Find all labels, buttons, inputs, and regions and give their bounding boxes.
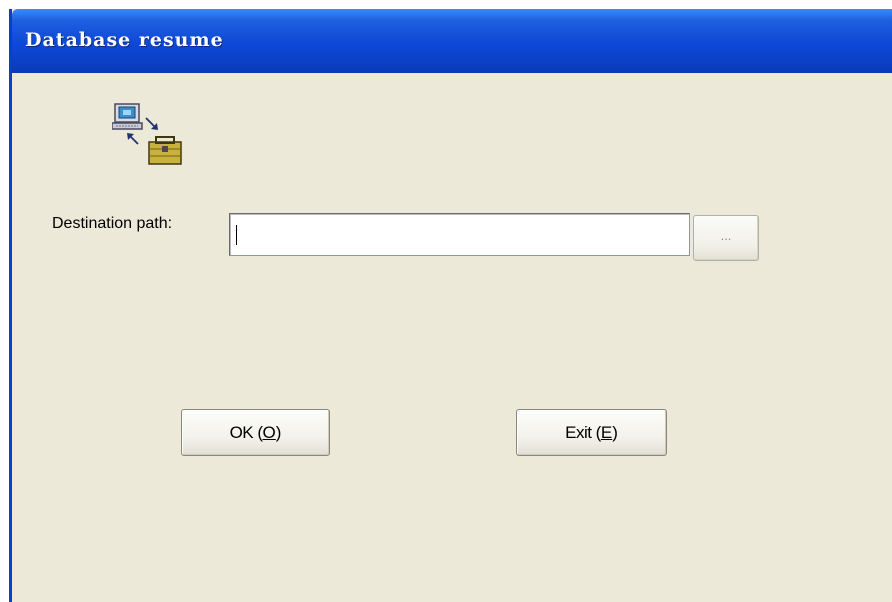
- ok-button-label: OK (: [229, 423, 263, 442]
- exit-button-mnemonic: E: [600, 423, 613, 442]
- computer-to-database-transfer-icon: [111, 102, 184, 166]
- destination-path-label: Destination path:: [52, 215, 173, 232]
- browse-button[interactable]: ...: [693, 215, 759, 261]
- title-bar[interactable]: Database resume: [12, 9, 892, 73]
- exit-button-label-end: ): [612, 423, 618, 442]
- exit-button[interactable]: Exit (E): [516, 409, 667, 456]
- window-title: Database resume: [25, 29, 224, 51]
- ok-button-label-end: ): [275, 423, 282, 442]
- text-caret: [236, 225, 237, 245]
- ok-button-mnemonic: O: [262, 423, 276, 442]
- exit-button-label: Exit (: [565, 423, 601, 442]
- ok-button[interactable]: OK (O): [181, 409, 330, 456]
- destination-path-input[interactable]: [229, 213, 690, 256]
- dialog-window: Database resume Destination path: ... OK: [9, 9, 892, 602]
